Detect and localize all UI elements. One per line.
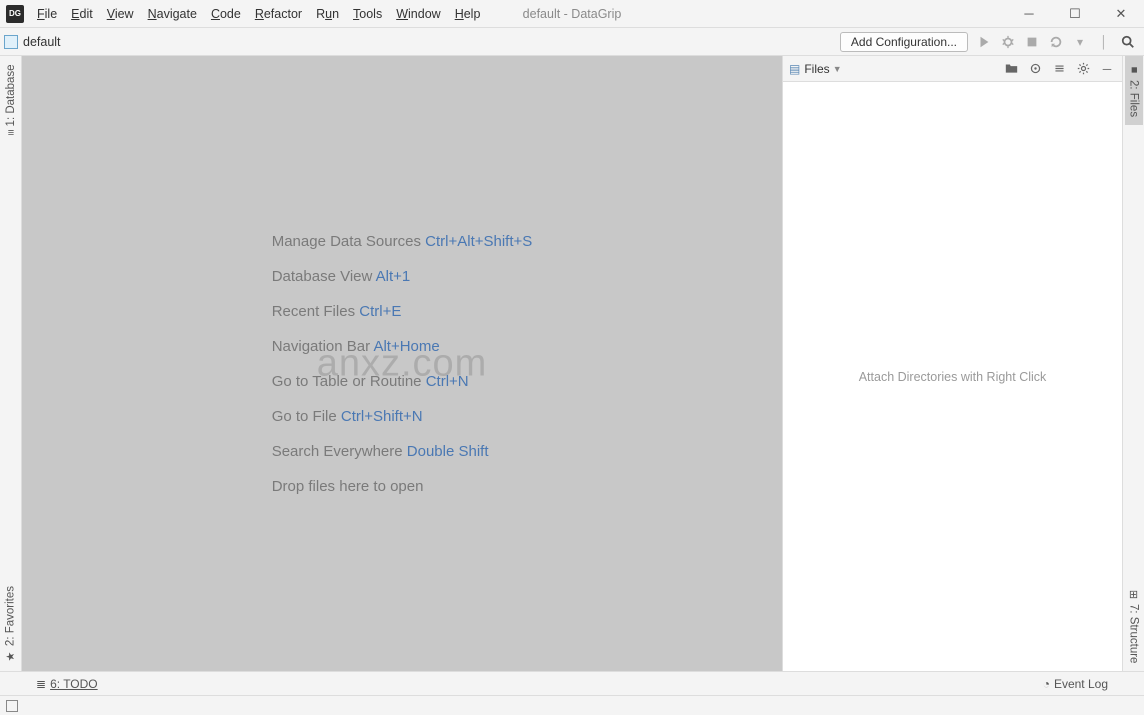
event-log-label: Event Log xyxy=(1054,677,1108,691)
titlebar: DG File Edit View Navigate Code Refactor… xyxy=(0,0,1144,28)
separator-icon: │ xyxy=(1093,31,1115,53)
sidebar-tab-label: 2: Favorites xyxy=(5,586,17,646)
tip-shortcut: Alt+Home xyxy=(373,338,439,355)
target-icon[interactable] xyxy=(1026,60,1044,78)
tip-label: Go to File xyxy=(272,408,337,425)
statusbar-icon[interactable] xyxy=(6,700,18,712)
menu-window[interactable]: Window xyxy=(389,3,447,25)
menu-file[interactable]: File xyxy=(30,3,64,25)
todo-tab[interactable]: ≣ 6: TODO xyxy=(30,675,104,693)
tip-label: Search Everywhere xyxy=(272,443,403,460)
tip-row: Drop files here to open xyxy=(272,478,533,495)
minimize-panel-icon[interactable]: ─ xyxy=(1098,60,1116,78)
list-icon: ≣ xyxy=(36,677,46,691)
files-panel-body[interactable]: Attach Directories with Right Click xyxy=(783,82,1122,671)
window-controls: ─ ☐ ✕ xyxy=(1006,0,1144,27)
statusbar xyxy=(0,695,1144,715)
folder-tab-icon: ■ xyxy=(1128,64,1140,76)
sidebar-tab-favorites[interactable]: ★ 2: Favorites xyxy=(1,578,20,671)
tip-shortcut: Double Shift xyxy=(407,443,489,460)
sidebar-tab-label: 2: Files xyxy=(1128,80,1140,117)
editor-area[interactable]: anxz.com Manage Data Sources Ctrl+Alt+Sh… xyxy=(22,56,782,671)
files-panel: ▤ Files ▼ ─ Attach Directories with Righ… xyxy=(782,56,1122,671)
tip-label: Go to Table or Routine xyxy=(272,373,422,390)
tip-row: Database View Alt+1 xyxy=(272,268,533,285)
tip-label: Manage Data Sources xyxy=(272,233,421,250)
files-panel-header: ▤ Files ▼ ─ xyxy=(783,56,1122,82)
menu-run[interactable]: Run xyxy=(309,3,346,25)
tip-shortcut: Ctrl+Alt+Shift+S xyxy=(425,233,532,250)
speech-icon: ◔ xyxy=(1043,677,1050,691)
tip-shortcut: Alt+1 xyxy=(376,268,411,285)
menu-code[interactable]: Code xyxy=(204,3,248,25)
folder-icon: ▤ xyxy=(789,62,800,76)
toolbar: default Add Configuration... ▾ │ xyxy=(0,28,1144,56)
star-icon: ★ xyxy=(4,650,17,663)
open-folder-icon[interactable] xyxy=(1002,60,1020,78)
sidebar-tab-structure[interactable]: ⊞ 7: Structure xyxy=(1124,582,1143,671)
menu-refactor[interactable]: Refactor xyxy=(248,3,309,25)
left-gutter: ≡ 1: Database ★ 2: Favorites xyxy=(0,56,22,671)
sidebar-tab-files[interactable]: ■ 2: Files xyxy=(1125,56,1143,125)
sidebar-tab-label: 7: Structure xyxy=(1128,604,1140,663)
tip-label: Recent Files xyxy=(272,303,355,320)
editor-tips: Manage Data Sources Ctrl+Alt+Shift+S Dat… xyxy=(272,215,533,513)
minimize-button[interactable]: ─ xyxy=(1006,0,1052,27)
tip-shortcut: Ctrl+E xyxy=(359,303,401,320)
event-log-tab[interactable]: ◔ Event Log xyxy=(1037,675,1114,693)
database-tab-icon: ≡ xyxy=(7,127,13,139)
add-configuration-button[interactable]: Add Configuration... xyxy=(840,32,968,52)
tip-row: Manage Data Sources Ctrl+Alt+Shift+S xyxy=(272,233,533,250)
window-title: default - DataGrip xyxy=(523,7,622,21)
todo-label: 6: TODO xyxy=(50,677,98,691)
tip-row: Go to File Ctrl+Shift+N xyxy=(272,408,533,425)
collapse-icon[interactable] xyxy=(1050,60,1068,78)
tip-row: Go to Table or Routine Ctrl+N xyxy=(272,373,533,390)
sidebar-tab-database[interactable]: ≡ 1: Database xyxy=(2,56,20,144)
run-icon[interactable] xyxy=(973,31,995,53)
tip-label: Database View xyxy=(272,268,373,285)
database-icon xyxy=(4,35,18,49)
right-gutter: ■ 2: Files ⊞ 7: Structure xyxy=(1122,56,1144,671)
app-icon: DG xyxy=(6,5,24,23)
menubar: File Edit View Navigate Code Refactor Ru… xyxy=(30,3,487,25)
sidebar-tab-label: 1: Database xyxy=(5,64,17,126)
panel-tools: ─ xyxy=(1002,60,1116,78)
project-name[interactable]: default xyxy=(23,35,61,49)
update-icon[interactable] xyxy=(1045,31,1067,53)
bottombar: ≣ 6: TODO ◔ Event Log xyxy=(0,671,1144,695)
tip-row: Recent Files Ctrl+E xyxy=(272,303,533,320)
debug-icon[interactable] xyxy=(997,31,1019,53)
tip-row: Navigation Bar Alt+Home xyxy=(272,338,533,355)
stop-icon[interactable] xyxy=(1021,31,1043,53)
main-area: ≡ 1: Database ★ 2: Favorites anxz.com Ma… xyxy=(0,56,1144,671)
tip-label: Navigation Bar xyxy=(272,338,370,355)
menu-tools[interactable]: Tools xyxy=(346,3,389,25)
files-panel-title[interactable]: Files xyxy=(804,62,829,76)
maximize-button[interactable]: ☐ xyxy=(1052,0,1098,27)
menu-navigate[interactable]: Navigate xyxy=(141,3,204,25)
search-icon[interactable] xyxy=(1117,31,1139,53)
tip-row: Search Everywhere Double Shift xyxy=(272,443,533,460)
menu-edit[interactable]: Edit xyxy=(64,3,100,25)
tip-label: Drop files here to open xyxy=(272,478,424,495)
tip-shortcut: Ctrl+N xyxy=(426,373,469,390)
close-button[interactable]: ✕ xyxy=(1098,0,1144,27)
tip-shortcut: Ctrl+Shift+N xyxy=(341,408,423,425)
gear-icon[interactable] xyxy=(1074,60,1092,78)
dropdown-arrow-icon[interactable]: ▼ xyxy=(833,64,842,74)
dropdown-icon[interactable]: ▾ xyxy=(1069,31,1091,53)
menu-help[interactable]: Help xyxy=(448,3,488,25)
structure-tab-icon: ⊞ xyxy=(1129,588,1138,601)
menu-view[interactable]: View xyxy=(100,3,141,25)
